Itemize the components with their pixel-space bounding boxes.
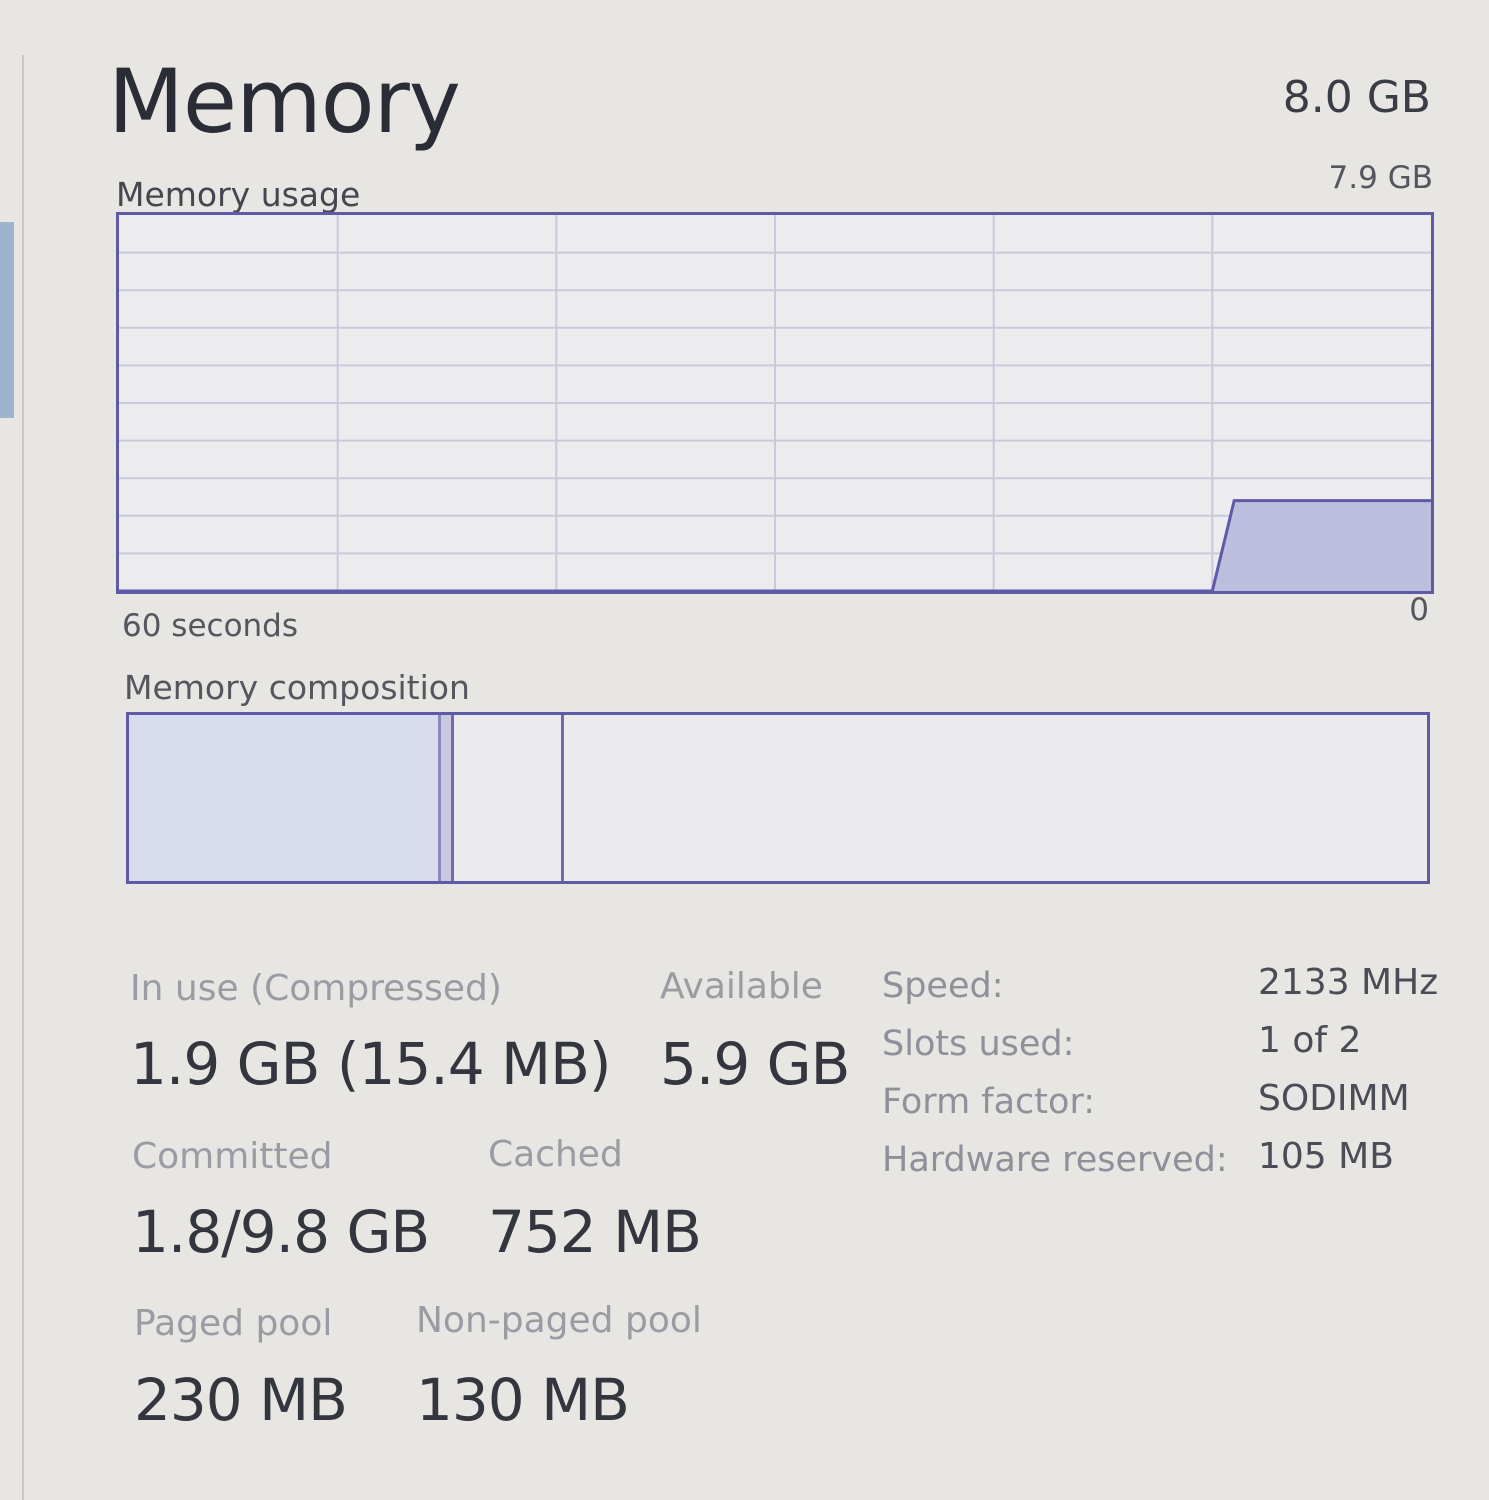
page-title: Memory: [108, 50, 461, 153]
form-factor-key: Form factor:: [882, 1082, 1096, 1122]
memory-composition-label: Memory composition: [124, 668, 470, 707]
speed-key: Speed:: [882, 966, 1004, 1006]
committed-label: Committed: [132, 1136, 333, 1177]
graph-time-label: 60 seconds: [122, 608, 299, 644]
memory-usage-graph-svg: [116, 212, 1434, 594]
available-label: Available: [660, 966, 823, 1007]
graph-zero-label: 0: [1409, 592, 1429, 628]
hardware-reserved-value: 105 MB: [1258, 1136, 1394, 1177]
memory-usage-label: Memory usage: [116, 175, 361, 214]
sidebar-divider: [22, 55, 24, 1500]
hardware-reserved-key: Hardware reserved:: [882, 1140, 1228, 1180]
memory-composition-bar: [126, 712, 1430, 884]
non-paged-pool-value: 130 MB: [416, 1366, 630, 1434]
paged-pool-value: 230 MB: [134, 1366, 348, 1434]
composition-standby-segment: [454, 715, 565, 881]
slots-used-key: Slots used:: [882, 1024, 1075, 1064]
committed-value: 1.8/9.8 GB: [132, 1198, 430, 1266]
composition-modified-segment: [441, 715, 455, 881]
speed-value: 2133 MHz: [1258, 962, 1439, 1003]
total-memory: 8.0 GB: [1282, 72, 1431, 123]
memory-usage-max: 7.9 GB: [1328, 160, 1433, 196]
composition-in-use-segment: [129, 715, 442, 881]
available-value: 5.9 GB: [660, 1030, 850, 1098]
cached-label: Cached: [488, 1134, 623, 1175]
paged-pool-label: Paged pool: [134, 1303, 333, 1344]
form-factor-value: SODIMM: [1258, 1078, 1410, 1119]
memory-usage-graph: [116, 212, 1434, 594]
in-use-value: 1.9 GB (15.4 MB): [130, 1030, 612, 1098]
non-paged-pool-label: Non-paged pool: [416, 1300, 702, 1341]
sidebar-selection-indicator: [0, 222, 14, 418]
composition-free-segment: [564, 715, 1427, 881]
cached-value: 752 MB: [488, 1198, 702, 1266]
in-use-label: In use (Compressed): [130, 968, 502, 1009]
slots-used-value: 1 of 2: [1258, 1020, 1362, 1061]
